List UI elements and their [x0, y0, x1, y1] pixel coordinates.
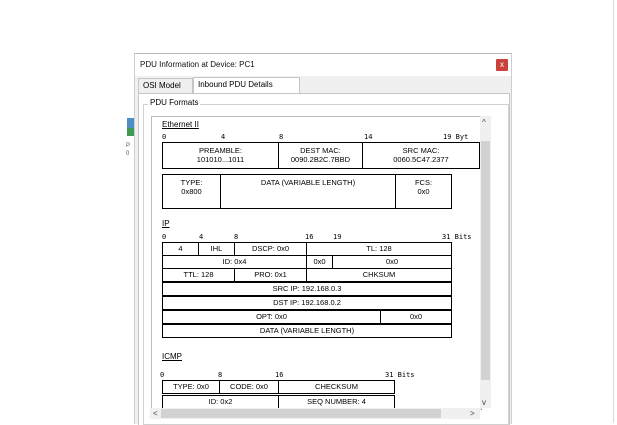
ethernet-bit-19: 19 Byt — [443, 133, 469, 141]
background-label: 0 — [126, 151, 130, 157]
ip-checksum-field: CHKSUM — [306, 268, 452, 282]
pdu-formats-label: PDU Formats — [148, 98, 201, 107]
ethernet-section-title: Ethernet II — [162, 120, 199, 129]
ip-ttl-field: TTL: 128 — [162, 268, 235, 282]
ip-bit-19: 19 — [333, 233, 342, 241]
ip-ihl-field: IHL — [198, 242, 235, 256]
icmp-bit-31: 31 Bits — [385, 371, 415, 379]
ip-fragment-offset-field: 0x0 — [332, 255, 452, 269]
preamble-field: PREAMBLE: 101010...1011 — [162, 142, 279, 169]
ip-id-field: ID: 0x4 — [162, 255, 307, 269]
fcs-value: 0x0 — [417, 187, 430, 196]
icmp-code-field: CODE: 0x0 — [219, 380, 279, 394]
preamble-value: 101010...1011 — [196, 155, 245, 164]
ethernet-bit-8: 8 — [279, 133, 284, 141]
ip-protocol-field: PRO: 0x1 — [234, 268, 307, 282]
vertical-scroll-thumb[interactable] — [481, 141, 490, 380]
dest-mac-field: DEST MAC: 0090.2B2C.7BBD — [278, 142, 363, 169]
src-mac-field: SRC MAC: 0060.5C47.2377 — [362, 142, 480, 169]
ip-bit-8: 8 — [234, 233, 239, 241]
scroll-up-icon[interactable]: ^ — [482, 118, 486, 127]
ip-section-title: IP — [162, 219, 170, 228]
dest-mac-value: 0090.2B2C.7BBD — [290, 155, 351, 164]
scroll-down-icon[interactable]: v — [482, 398, 486, 407]
icmp-bit-16: 16 — [275, 371, 284, 379]
window-title: PDU Information at Device: PC1 — [140, 60, 255, 69]
dest-mac-label: DEST MAC: — [300, 146, 341, 155]
ip-version-field: 4 — [162, 242, 199, 256]
icmp-section-title: ICMP — [162, 352, 182, 361]
ip-dst-field: DST IP: 192.168.0.2 — [162, 296, 452, 310]
scroll-right-icon[interactable]: > — [470, 409, 475, 418]
ip-total-length-field: TL: 128 — [306, 242, 452, 256]
ethernet-data-field: DATA (VARIABLE LENGTH) — [220, 174, 396, 209]
src-mac-value: 0060.5C47.2377 — [393, 155, 449, 164]
type-label: TYPE: — [180, 178, 203, 187]
icmp-bit-8: 8 — [218, 371, 223, 379]
ethernet-data-label: DATA (VARIABLE LENGTH) — [260, 178, 356, 187]
fcs-field: FCS: 0x0 — [395, 174, 452, 209]
ethernet-bit-0: 0 — [162, 133, 167, 141]
icmp-id-field: ID: 0x2 — [162, 395, 279, 409]
fcs-label: FCS: — [414, 178, 433, 187]
type-field: TYPE: 0x800 — [162, 174, 221, 209]
ip-src-field: SRC IP: 192.168.0.3 — [162, 282, 452, 296]
title-bar[interactable]: PDU Information at Device: PC1 x — [135, 54, 511, 76]
ip-padding-field: 0x0 — [380, 310, 452, 324]
ip-options-field: OPT: 0x0 — [162, 310, 381, 324]
icmp-bit-0: 0 — [160, 371, 165, 379]
horizontal-scroll-thumb[interactable] — [161, 409, 441, 418]
ip-bit-16: 16 — [305, 233, 314, 241]
ethernet-bit-4: 4 — [221, 133, 226, 141]
scroll-left-icon[interactable]: < — [153, 409, 158, 418]
background-divider — [613, 0, 614, 423]
ip-bit-31: 31 Bits — [442, 233, 472, 241]
pdu-format-viewport: Ethernet II 0 4 8 14 19 Byt PREAMBLE: 10… — [151, 116, 482, 410]
ip-dscp-field: DSCP: 0x0 — [234, 242, 307, 256]
ip-flags-field: 0x0 — [306, 255, 333, 269]
preamble-label: PREAMBLE: — [199, 146, 242, 155]
type-value: 0x800 — [181, 187, 202, 196]
ip-data-field: DATA (VARIABLE LENGTH) — [162, 324, 452, 338]
icmp-checksum-field: CHECKSUM — [278, 380, 395, 394]
icmp-type-field: TYPE: 0x0 — [162, 380, 220, 394]
close-button[interactable]: x — [496, 59, 508, 71]
ip-bit-4: 4 — [199, 233, 204, 241]
icmp-seq-field: SEQ NUMBER: 4 — [278, 395, 395, 409]
background-label: P — [126, 143, 131, 149]
ethernet-bit-14: 14 — [364, 133, 373, 141]
src-mac-label: SRC MAC: — [402, 146, 440, 155]
ip-bit-0: 0 — [162, 233, 167, 241]
tab-osi-model[interactable]: OSI Model — [138, 78, 193, 94]
